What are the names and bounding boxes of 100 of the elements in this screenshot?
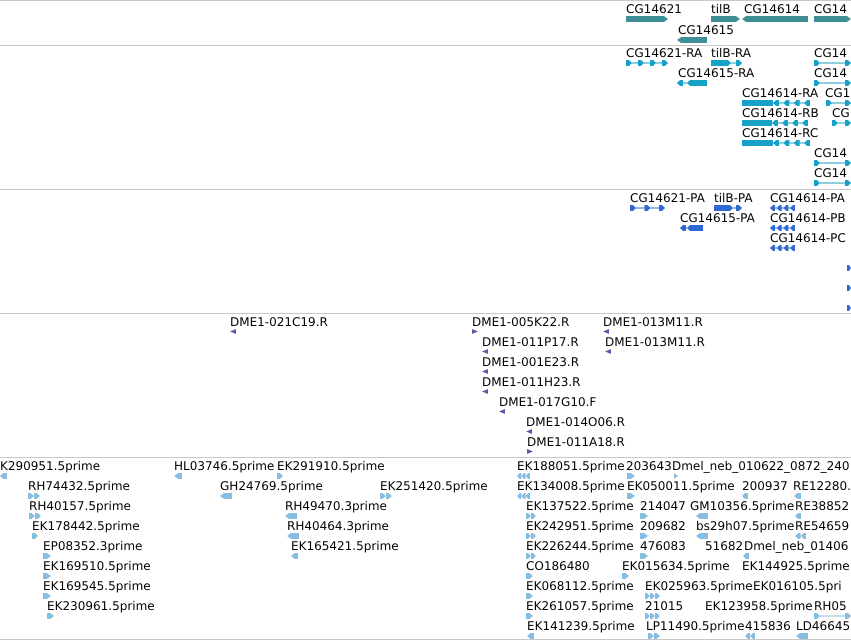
protein-bar[interactable] xyxy=(770,245,795,251)
est-arrow-icon[interactable] xyxy=(517,473,530,479)
protein-bar[interactable] xyxy=(847,265,851,271)
est-label: EK188051.5prime xyxy=(517,459,625,473)
protein-bar[interactable] xyxy=(847,305,851,311)
est-label: EK242951.5prime xyxy=(526,519,634,533)
clone-end-arrow-icon[interactable] xyxy=(603,329,609,334)
transcript-bar[interactable] xyxy=(742,140,810,146)
est-arrow-icon[interactable] xyxy=(47,613,54,619)
est-arrow-icon[interactable] xyxy=(174,473,182,479)
est-arrow-icon[interactable] xyxy=(645,613,660,619)
est-arrow-icon[interactable] xyxy=(291,553,298,559)
est-arrow-icon[interactable] xyxy=(526,513,536,519)
est-label: K290951.5prime xyxy=(0,459,100,473)
est-label: EK025963.5prime xyxy=(645,579,753,593)
protein-bar[interactable] xyxy=(847,285,851,291)
est-arrow-icon[interactable] xyxy=(28,493,40,499)
est-arrow-icon[interactable] xyxy=(287,533,299,539)
est-label: EK251420.5prime xyxy=(380,479,488,493)
est-arrow-icon[interactable] xyxy=(622,573,629,579)
est-label: RE38852 xyxy=(795,499,850,513)
transcript-bar[interactable] xyxy=(814,180,851,186)
protein-bar[interactable] xyxy=(770,225,795,231)
est-arrow-icon[interactable] xyxy=(795,533,806,539)
est-arrow-icon[interactable] xyxy=(627,473,635,479)
clone-end-label: DME1-001E23.R xyxy=(482,355,580,369)
est-arrow-icon[interactable] xyxy=(794,493,801,499)
est-label: bs29h07.5prime xyxy=(696,519,794,533)
clone-end-arrow-icon[interactable] xyxy=(482,349,488,354)
est-arrow-icon[interactable] xyxy=(640,533,648,539)
est-arrow-icon[interactable] xyxy=(640,553,648,559)
est-arrow-icon[interactable] xyxy=(696,513,708,519)
est-arrow-icon[interactable] xyxy=(380,493,392,499)
est-arrow-icon[interactable] xyxy=(527,633,534,639)
est-arrow-icon[interactable] xyxy=(674,473,678,479)
est-label: EK291910.5prime xyxy=(277,459,385,473)
est-arrow-icon[interactable] xyxy=(526,593,533,599)
clone-end-arrow-icon[interactable] xyxy=(527,449,533,454)
est-label: EK141239.5prime xyxy=(527,619,635,633)
gene-bar[interactable] xyxy=(814,16,851,22)
transcript-label: CG14615-RA xyxy=(678,66,754,80)
est-arrow-icon[interactable] xyxy=(43,593,51,599)
est-arrow-icon[interactable] xyxy=(285,513,297,519)
est-arrow-icon[interactable] xyxy=(796,633,808,639)
clone-end-arrow-icon[interactable] xyxy=(482,389,488,394)
est-arrow-icon[interactable] xyxy=(627,493,635,499)
est-arrow-icon[interactable] xyxy=(645,593,660,599)
clone-end-arrow-icon[interactable] xyxy=(482,369,488,374)
est-arrow-icon[interactable] xyxy=(745,633,755,639)
est-label: EK016105.5pri xyxy=(753,579,842,593)
est-arrow-icon[interactable] xyxy=(43,553,51,559)
transcript-bar[interactable] xyxy=(742,120,808,126)
est-arrow-icon[interactable] xyxy=(742,493,748,499)
transcript-bar[interactable] xyxy=(711,60,742,66)
clone-end-arrow-icon[interactable] xyxy=(605,349,611,354)
est-arrow-icon[interactable] xyxy=(526,553,536,559)
est-arrow-icon[interactable] xyxy=(795,513,801,519)
protein-bar[interactable] xyxy=(630,205,665,211)
transcript-bar[interactable] xyxy=(626,60,668,66)
gene-bar[interactable] xyxy=(677,37,707,43)
gene-bar[interactable] xyxy=(711,16,740,22)
clone-end-arrow-icon[interactable] xyxy=(230,329,236,334)
est-arrow-icon[interactable] xyxy=(220,493,232,499)
transcript-bar[interactable] xyxy=(814,60,851,66)
transcript-bar[interactable] xyxy=(814,160,851,166)
transcript-label: CG xyxy=(832,106,850,120)
clone-end-arrow-icon[interactable] xyxy=(499,409,505,414)
est-arrow-icon[interactable] xyxy=(743,553,749,559)
est-label: RH40157.5prime xyxy=(29,499,131,513)
est-arrow-icon[interactable] xyxy=(32,533,38,539)
est-arrow-icon[interactable] xyxy=(696,533,708,539)
protein-bar[interactable] xyxy=(770,205,795,211)
est-arrow-icon[interactable] xyxy=(29,513,41,519)
clone-end-label: DME1-013M11.R xyxy=(603,315,703,329)
est-arrow-icon[interactable] xyxy=(517,493,530,499)
est-arrow-icon[interactable] xyxy=(526,613,533,619)
transcript-bar[interactable] xyxy=(814,80,851,86)
clone-end-arrow-icon[interactable] xyxy=(472,329,478,334)
clone-end-label: DME1-013M11.R xyxy=(605,335,705,349)
est-arrow-icon[interactable] xyxy=(0,473,7,479)
est-arrow-icon[interactable] xyxy=(526,533,536,539)
transcript-bar[interactable] xyxy=(742,100,810,106)
clone-end-arrow-icon[interactable] xyxy=(526,429,532,434)
gene-bar[interactable] xyxy=(742,16,808,22)
protein-bar[interactable] xyxy=(714,205,742,211)
protein-label: CG14614-PA xyxy=(770,191,845,205)
est-label: EK134008.5prime xyxy=(517,479,625,493)
est-arrow-icon[interactable] xyxy=(526,573,533,579)
transcript-bar[interactable] xyxy=(826,100,851,106)
est-arrow-icon[interactable] xyxy=(277,473,283,479)
clone-end-label: DME1-011A18.R xyxy=(527,435,625,449)
gene-bar[interactable] xyxy=(626,16,668,22)
est-arrow-icon[interactable] xyxy=(640,513,648,519)
est-arrow-icon[interactable] xyxy=(43,573,51,579)
est-label: EK169510.5prime xyxy=(43,559,151,573)
transcript-label: CG1 xyxy=(825,86,850,100)
transcript-bar[interactable] xyxy=(677,80,707,86)
transcript-bar[interactable] xyxy=(832,120,851,126)
est-arrow-icon[interactable] xyxy=(648,633,660,639)
protein-bar[interactable] xyxy=(680,225,703,231)
